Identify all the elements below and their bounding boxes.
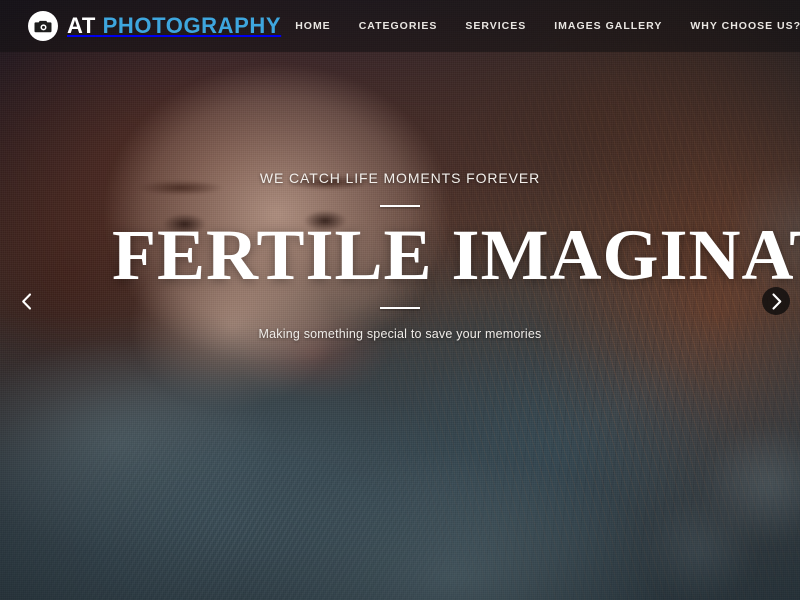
hero-headline: FERTILE IMAGINATION <box>112 215 800 295</box>
slider-prev-button[interactable] <box>12 287 40 315</box>
nav-item-why-choose-us[interactable]: WHY CHOOSE US? <box>676 20 800 32</box>
hero-divider-top <box>380 205 420 207</box>
hero-eyebrow: WE CATCH LIFE MOMENTS FOREVER <box>259 170 541 186</box>
main-navigation: HOME CATEGORIES SERVICES IMAGES GALLERY … <box>281 19 800 34</box>
logo-text-photography: PHOTOGRAPHY <box>102 13 282 38</box>
logo-text-at: AT <box>67 13 96 38</box>
site-logo[interactable]: AT PHOTOGRAPHY <box>28 11 281 41</box>
slider-next-button[interactable] <box>762 287 790 315</box>
nav-item-home[interactable]: HOME <box>281 20 345 32</box>
logo-wordmark: AT PHOTOGRAPHY <box>67 15 281 37</box>
chevron-left-icon <box>21 292 32 310</box>
page-root: AT PHOTOGRAPHY HOME CATEGORIES SERVICES … <box>0 0 800 600</box>
nav-item-images-gallery[interactable]: IMAGES GALLERY <box>540 20 676 32</box>
hero-slider: WE CATCH LIFE MOMENTS FOREVER FERTILE IM… <box>0 52 800 600</box>
nav-item-services[interactable]: SERVICES <box>451 20 540 32</box>
hero-divider-bottom <box>380 307 420 309</box>
chevron-right-icon <box>771 292 782 310</box>
hero-subline: Making something special to save your me… <box>258 327 542 341</box>
nav-item-categories[interactable]: CATEGORIES <box>345 20 452 32</box>
hero-content: WE CATCH LIFE MOMENTS FOREVER FERTILE IM… <box>0 170 800 341</box>
site-header: AT PHOTOGRAPHY HOME CATEGORIES SERVICES … <box>0 0 800 52</box>
camera-icon <box>28 11 58 41</box>
